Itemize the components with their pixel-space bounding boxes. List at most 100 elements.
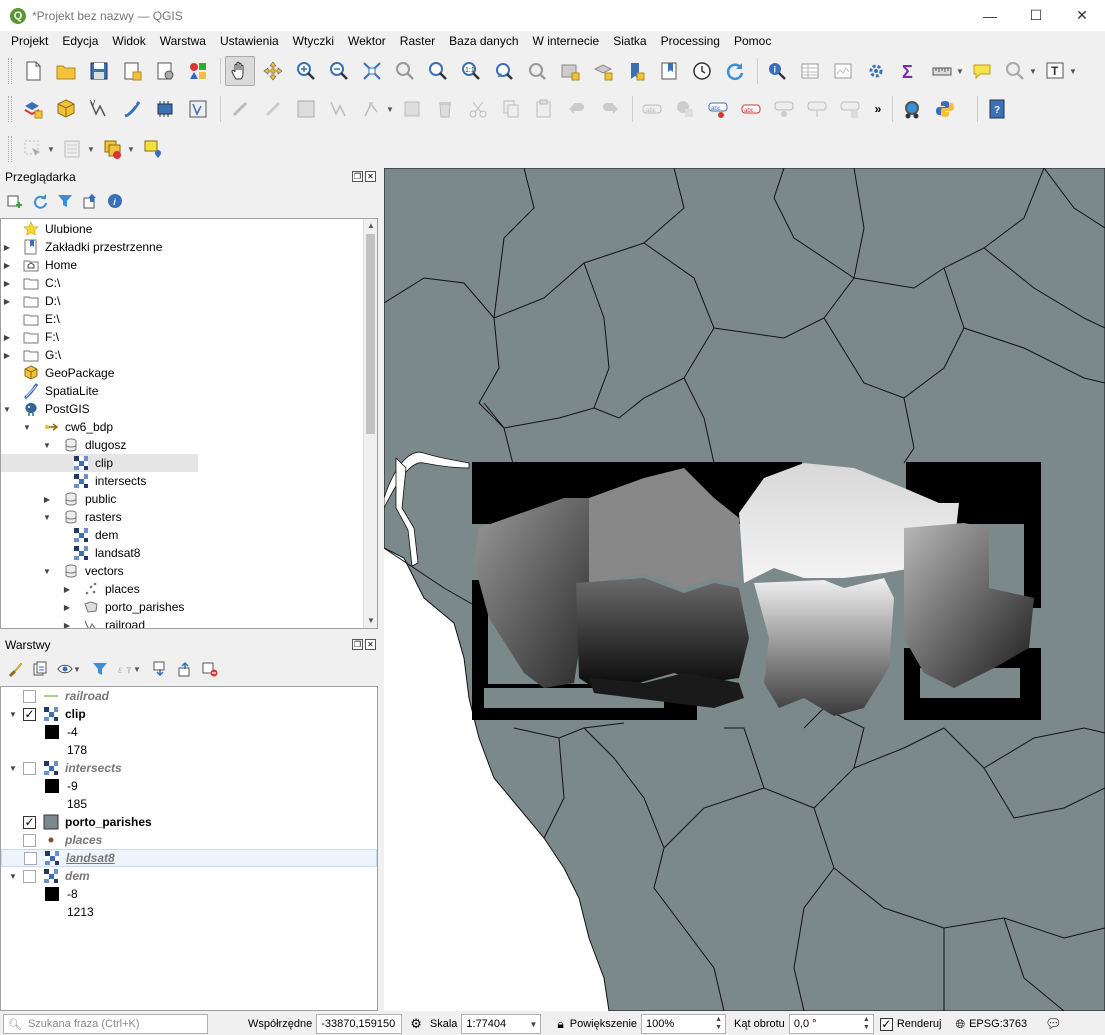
add-group-icon[interactable] (31, 660, 49, 678)
toolbar-grip[interactable] (8, 58, 12, 84)
toolbar-grip[interactable] (8, 136, 12, 162)
spinner-arrows-icon[interactable]: ▲ ▼ (715, 1016, 722, 1032)
python-console-icon[interactable] (930, 94, 960, 124)
show-bookmarks-icon[interactable] (654, 56, 684, 86)
toggle-extents-icon[interactable]: ⚙ (410, 1016, 422, 1032)
chevron-down-icon[interactable]: ▼ (133, 665, 141, 674)
layer-landsat8[interactable]: landsat8 (1, 849, 377, 867)
new-print-layout-icon[interactable] (117, 56, 147, 86)
rotate-label-icon[interactable] (835, 94, 865, 124)
menu-processing[interactable]: Processing (654, 34, 727, 48)
layer-places[interactable]: places (1, 831, 377, 849)
expand-arrow-icon[interactable]: ▶ (61, 603, 73, 612)
browser-item-drive-d[interactable]: ▶ D:\ (1, 292, 377, 310)
close-button[interactable]: ✕ (1059, 0, 1105, 31)
browser-item-spatial-bookmarks[interactable]: ▶ Zakładki przestrzenne (1, 238, 377, 256)
collapse-all-icon[interactable] (81, 192, 99, 210)
chevron-down-icon[interactable]: ▼ (386, 105, 394, 114)
browser-item-connection[interactable]: ▼ cw6_bdp (1, 418, 377, 436)
chevron-down-icon[interactable]: ▼ (87, 145, 95, 154)
locator-search-input[interactable]: 🔍︎ Szukana fraza (Ctrl+K) (3, 1014, 208, 1034)
expand-all-icon[interactable] (151, 660, 169, 678)
zoom-native-icon[interactable]: 1:1 (456, 56, 486, 86)
temporal-controller-icon[interactable] (687, 56, 717, 86)
expand-arrow-icon[interactable]: ▶ (1, 333, 13, 342)
pan-to-selection-icon[interactable] (258, 56, 288, 86)
show-hide-labels-icon[interactable] (769, 94, 799, 124)
browser-item-schema-rasters[interactable]: ▼ rasters (1, 508, 377, 526)
layer-visibility-checkbox[interactable]: ✓ (23, 815, 36, 829)
expand-arrow-icon[interactable]: ▶ (41, 495, 53, 504)
coordinate-field[interactable]: -33870,159150 (316, 1014, 403, 1034)
chevron-down-icon[interactable]: ▼ (529, 1020, 537, 1029)
filter-by-expression-icon[interactable]: ε (116, 660, 134, 678)
browser-item-schema-vectors[interactable]: ▼ vectors (1, 562, 377, 580)
chevron-down-icon[interactable]: ▼ (1029, 67, 1037, 76)
select-features-icon[interactable] (18, 134, 48, 164)
minimize-button[interactable]: — (967, 0, 1013, 31)
layer-diagram-icon[interactable] (670, 94, 700, 124)
browser-item-places[interactable]: ▶ places (1, 580, 377, 598)
new-spatialite-layer-icon[interactable] (117, 94, 147, 124)
expand-arrow-icon[interactable]: ▶ (61, 621, 73, 629)
menu-pomoc[interactable]: Pomoc (727, 34, 778, 48)
zoom-full-icon[interactable] (357, 56, 387, 86)
style-manager-icon[interactable] (183, 56, 213, 86)
browser-item-favorites[interactable]: Ulubione (1, 220, 377, 238)
scroll-down-icon[interactable]: ▼ (364, 614, 377, 628)
layer-dem[interactable]: ▼ dem (1, 867, 377, 885)
layout-manager-icon[interactable] (150, 56, 180, 86)
expand-arrow-icon[interactable]: ▶ (61, 585, 73, 594)
layer-visibility-checkbox[interactable] (23, 869, 36, 883)
help-contents-icon[interactable]: ? (982, 94, 1012, 124)
toolbar-grip[interactable] (8, 96, 12, 122)
collapse-arrow-icon[interactable]: ▼ (41, 567, 53, 576)
browser-item-drive-e[interactable]: E:\ (1, 310, 377, 328)
locator-search-icon[interactable] (1000, 56, 1030, 86)
delete-selected-icon[interactable] (430, 94, 460, 124)
new-project-icon[interactable] (18, 56, 48, 86)
deselect-features-icon[interactable] (98, 134, 128, 164)
data-source-manager-icon[interactable] (18, 94, 48, 124)
new-3d-map-view-icon[interactable] (588, 56, 618, 86)
filter-icon[interactable] (56, 192, 74, 210)
close-panel-button[interactable]: ✕ (365, 639, 376, 650)
zoom-next-icon[interactable] (522, 56, 552, 86)
expand-arrow-icon[interactable]: ▶ (1, 279, 13, 288)
modify-attributes-icon[interactable] (397, 94, 427, 124)
scroll-up-icon[interactable]: ▲ (364, 219, 377, 233)
menu-w-internecie[interactable]: W internecie (526, 34, 607, 48)
chevron-down-icon[interactable]: ▼ (47, 145, 55, 154)
new-spatial-bookmark-icon[interactable] (621, 56, 651, 86)
float-panel-button[interactable]: ❐ (352, 171, 363, 182)
float-panel-button[interactable]: ❐ (352, 639, 363, 650)
rotation-spinbox[interactable]: 0,0 ° ▲ ▼ (788, 1014, 874, 1034)
browser-item-intersects[interactable]: intersects (1, 472, 377, 490)
browser-item-drive-c[interactable]: ▶ C:\ (1, 274, 377, 292)
chevron-down-icon[interactable]: ▼ (73, 665, 81, 674)
field-calculator-icon[interactable] (828, 56, 858, 86)
pin-unpin-labels-icon[interactable]: abc (736, 94, 766, 124)
magnifier-spinbox[interactable]: 100% ▲ ▼ (641, 1014, 727, 1034)
render-checkbox[interactable]: ✓ (879, 1017, 893, 1031)
browser-item-landsat8[interactable]: landsat8 (1, 544, 377, 562)
browser-item-geopackage[interactable]: GeoPackage (1, 364, 377, 382)
zoom-out-icon[interactable] (324, 56, 354, 86)
layer-visibility-checkbox[interactable] (23, 833, 36, 847)
processing-toolbox-icon[interactable] (861, 56, 891, 86)
browser-item-schema-public[interactable]: ▶ public (1, 490, 377, 508)
scale-combobox[interactable]: 1:77404 ▼ (461, 1014, 542, 1034)
layer-intersects[interactable]: ▼ intersects (1, 759, 377, 777)
zoom-last-icon[interactable] (489, 56, 519, 86)
menu-projekt[interactable]: Projekt (4, 34, 55, 48)
browser-item-home[interactable]: ▶ Home (1, 256, 377, 274)
collapse-arrow-icon[interactable]: ▼ (41, 513, 53, 522)
browser-item-porto-parishes[interactable]: ▶ porto_parishes (1, 598, 377, 616)
redo-icon[interactable] (595, 94, 625, 124)
measure-line-icon[interactable] (927, 56, 957, 86)
collapse-arrow-icon[interactable]: ▼ (21, 423, 33, 432)
layer-visibility-checkbox[interactable] (23, 689, 36, 703)
menu-widok[interactable]: Widok (105, 34, 152, 48)
add-layer-icon[interactable] (6, 192, 24, 210)
menu-raster[interactable]: Raster (393, 34, 442, 48)
